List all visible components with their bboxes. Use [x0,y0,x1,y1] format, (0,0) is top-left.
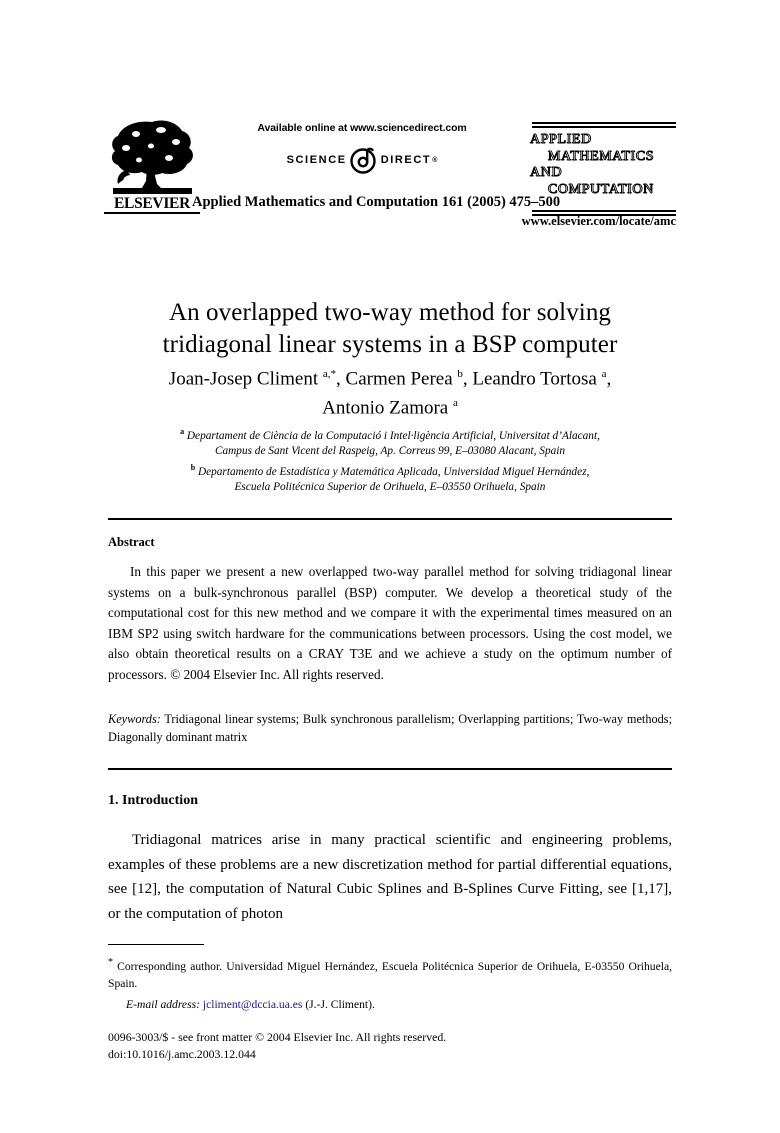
author-climent-affil-marker: a,* [322,368,337,380]
abstract-text: In this paper we present a new overlappe… [108,564,672,682]
author-zamora: Antonio Zamora [322,397,453,419]
affiliation-b-line-1: Departamento de Estadística y Matemática… [195,465,590,478]
sciencedirect-direct-text: DIRECT [380,154,432,166]
author-zamora-affil-marker: a [452,397,458,410]
journal-logo-line-2: MATHEMATICS [548,148,655,164]
sciencedirect-logo: SCIENCE DIRECT ® [212,145,512,175]
sciencedirect-block: Available online at www.sciencedirect.co… [212,122,512,175]
corresponding-author-note: * Corresponding author. Universidad Migu… [108,954,672,992]
journal-logo-top-rule [532,122,676,128]
author-sep-1: , Carmen Perea [336,368,458,390]
author-climent: Joan-Josep Climent [168,368,323,390]
email-note: E-mail address: jcliment@dccia.ua.es (J.… [108,996,672,1013]
keywords-text: Tridiagonal linear systems; Bulk synchro… [108,712,672,744]
title-line-2: tridiagonal linear systems in a BSP comp… [162,330,618,358]
keywords: Keywords: Tridiagonal linear systems; Bu… [108,710,672,746]
author-list: Joan-Josep Climent a,*, Carmen Perea b, … [104,362,676,421]
imprint-block: 0096-3003/$ - see front matter © 2004 El… [108,1029,672,1063]
abstract-bottom-rule [108,768,672,770]
affiliation-a-line-1: Departament de Ciència de la Computació … [184,429,600,442]
sciencedirect-science-text: SCIENCE [286,154,347,166]
journal-logo-line-1: APPLIED [530,132,592,148]
at-sign-icon [349,145,379,175]
footnote-rule [108,944,204,945]
keywords-label: Keywords: [108,712,161,726]
affiliations: a Departament de Ciència de la Computaci… [104,424,676,496]
corresponding-author-text: Corresponding author. Universidad Miguel… [108,959,672,990]
page-title: An overlapped two-way method for solving… [104,297,676,361]
email-link[interactable]: jcliment@dccia.ua.es [203,998,303,1011]
section-heading-introduction: 1. Introduction [108,793,198,808]
affiliation-b-line-2: Escuela Politécnica Superior de Orihuela… [234,481,546,494]
elsevier-wordmark: ELSEVIER [104,196,200,214]
journal-logo-text: APPLIED MATHEMATICS AND COMPUTATION [530,132,676,198]
journal-citation: Applied Mathematics and Computation 161 … [192,194,561,210]
email-label: E-mail address: [126,998,200,1011]
author-sep-2: , Leandro Tortosa [462,368,602,390]
email-owner: (J.-J. Climent). [305,998,375,1011]
available-online-text: Available online at www.sciencedirect.co… [257,122,467,134]
title-line-1: An overlapped two-way method for solving [168,298,612,326]
doi-line: doi:10.1016/j.amc.2003.12.044 [108,1047,256,1061]
affiliation-a-line-2: Campus de Sant Vicent del Raspeig, Ap. C… [214,445,566,458]
elsevier-logo: ELSEVIER [104,118,200,218]
abstract-heading: Abstract [108,535,155,549]
elsevier-tree-icon [111,120,193,194]
journal-url[interactable]: www.elsevier.com/locate/amc [522,214,676,229]
journal-logo-line-3: AND [530,165,563,181]
author-sep-3: , [606,368,612,390]
article-page: ELSEVIER Available online at www.science… [0,0,780,1133]
abstract-top-rule [108,518,672,520]
registered-mark: ® [432,156,438,164]
section-paragraph-introduction: Tridiagonal matrices arise in many pract… [108,832,672,922]
issn-line: 0096-3003/$ - see front matter © 2004 El… [108,1030,447,1044]
